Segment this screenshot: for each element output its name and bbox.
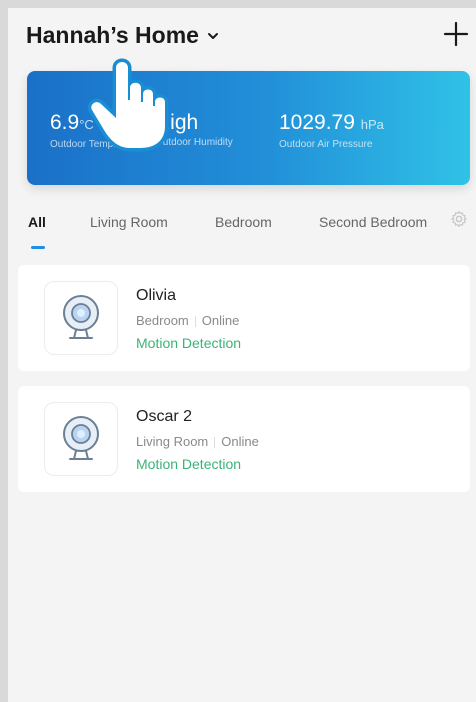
gear-icon[interactable] [450, 210, 468, 228]
camera-icon [63, 416, 99, 460]
tap-hand-icon [87, 58, 169, 152]
home-name: Hannah’s Home [26, 22, 199, 48]
active-tab-indicator [31, 246, 45, 249]
tab-all[interactable]: All [28, 214, 46, 230]
device-status: Online [221, 434, 259, 449]
device-card[interactable]: Oscar 2 Living Room Online Motion Detecti… [18, 386, 470, 492]
device-room: Living Room [136, 434, 209, 449]
device-thumbnail [44, 402, 118, 476]
home-selector[interactable]: Hannah’s Home [26, 22, 219, 49]
device-room: Bedroom [136, 313, 189, 328]
tab-living-room[interactable]: Living Room [90, 214, 168, 230]
pressure-value: 1029.79 [279, 111, 355, 134]
tab-second-bedroom[interactable]: Second Bedroom [319, 214, 435, 230]
device-meta: Living Room Online [136, 434, 259, 449]
camera-icon [63, 295, 99, 339]
outdoor-pressure: 1029.79 hPa Outdoor Air Pressure [279, 111, 384, 150]
temp-value: 6.9 [50, 111, 80, 134]
device-event: Motion Detection [136, 456, 242, 472]
device-thumbnail [44, 281, 118, 355]
tab-bedroom[interactable]: Bedroom [215, 214, 272, 230]
pressure-label: Outdoor Air Pressure [279, 139, 373, 150]
meta-divider [214, 437, 216, 449]
device-meta: Bedroom Online [136, 313, 239, 328]
device-event: Motion Detection [136, 335, 242, 351]
device-name: Olivia [136, 287, 177, 304]
plus-icon[interactable] [442, 20, 470, 48]
meta-divider [194, 316, 196, 328]
device-name: Oscar 2 [136, 408, 193, 425]
chevron-down-icon [207, 32, 218, 39]
device-card[interactable]: Olivia Bedroom Online Motion Detection [18, 265, 470, 371]
pressure-unit: hPa [360, 117, 384, 132]
device-status: Online [201, 313, 240, 328]
app-screen: Hannah’s Home 6.9°C Outdoor Temp. High O… [8, 8, 476, 702]
room-tabs: All Living Room Bedroom Second Bedroom [8, 208, 476, 249]
